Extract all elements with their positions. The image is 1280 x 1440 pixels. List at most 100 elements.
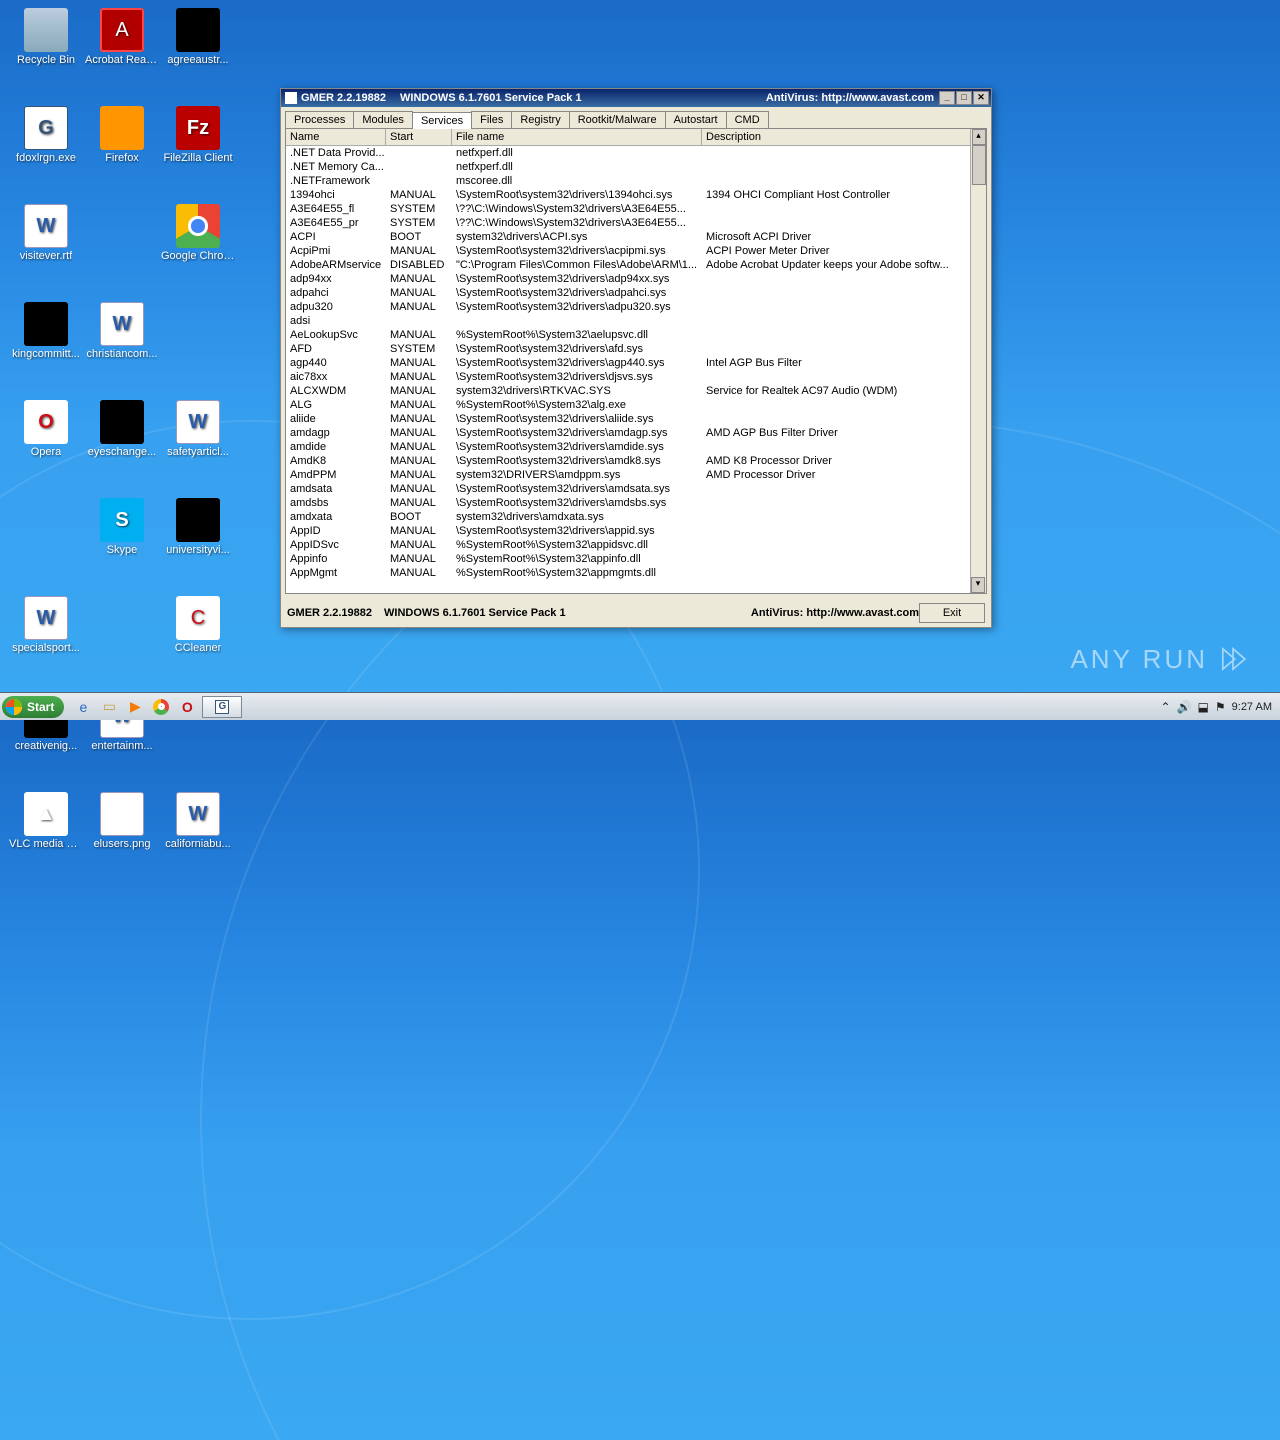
- desktop-icon[interactable]: SSkype: [84, 498, 160, 580]
- list-row[interactable]: amdsbsMANUAL\SystemRoot\system32\drivers…: [286, 496, 986, 510]
- col-name[interactable]: Name: [286, 129, 386, 145]
- tray-app-icon[interactable]: ⬓: [1198, 700, 1209, 714]
- scrollbar[interactable]: ▴ ▾: [970, 129, 986, 593]
- list-row[interactable]: ACPIBOOTsystem32\drivers\ACPI.sysMicroso…: [286, 230, 986, 244]
- list-row[interactable]: amdagpMANUAL\SystemRoot\system32\drivers…: [286, 426, 986, 440]
- desktop-icon[interactable]: Google Chrome: [160, 204, 236, 286]
- flag-icon[interactable]: ⚑: [1215, 700, 1226, 714]
- title-os: WINDOWS 6.1.7601 Service Pack 1: [400, 92, 582, 104]
- tab-registry[interactable]: Registry: [511, 111, 569, 128]
- list-row[interactable]: 1394ohciMANUAL\SystemRoot\system32\drive…: [286, 188, 986, 202]
- exit-button[interactable]: Exit: [919, 603, 985, 623]
- desktop-icon[interactable]: AAcrobat Reader DC: [84, 8, 160, 90]
- col-file[interactable]: File name: [452, 129, 702, 145]
- tab-strip: ProcessesModulesServicesFilesRegistryRoo…: [281, 107, 991, 128]
- list-row[interactable]: AppMgmtMANUAL%SystemRoot%\System32\appmg…: [286, 566, 986, 580]
- tab-cmd[interactable]: CMD: [726, 111, 769, 128]
- list-row[interactable]: .NET Data Provid...netfxperf.dll: [286, 146, 986, 160]
- anyrun-watermark: ANY RUN: [1070, 642, 1250, 676]
- system-tray: ⌃ 🔊 ⬓ ⚑ 9:27 AM: [1155, 700, 1278, 714]
- list-row[interactable]: adp94xxMANUAL\SystemRoot\system32\driver…: [286, 272, 986, 286]
- list-row[interactable]: AFDSYSTEM\SystemRoot\system32\drivers\af…: [286, 342, 986, 356]
- volume-icon[interactable]: 🔊: [1177, 700, 1192, 714]
- desktop-icon[interactable]: Wsafetyarticl...: [160, 400, 236, 482]
- tab-autostart[interactable]: Autostart: [665, 111, 727, 128]
- gmer-window: GMER 2.2.19882 WINDOWS 6.1.7601 Service …: [280, 88, 992, 628]
- gmer-task-button[interactable]: G: [202, 696, 242, 718]
- list-row[interactable]: AppinfoMANUAL%SystemRoot%\System32\appin…: [286, 552, 986, 566]
- tray-chevron-icon[interactable]: ⌃: [1161, 700, 1171, 714]
- list-row[interactable]: aliideMANUAL\SystemRoot\system32\drivers…: [286, 412, 986, 426]
- opera-taskbar-icon[interactable]: O: [176, 696, 198, 718]
- desktop-icon[interactable]: FzFileZilla Client: [160, 106, 236, 188]
- desktop-icon[interactable]: Wspecialsport...: [8, 596, 84, 678]
- list-row[interactable]: .NET Memory Ca...netfxperf.dll: [286, 160, 986, 174]
- desktop-icon[interactable]: Gfdoxlrgn.exe: [8, 106, 84, 188]
- list-row[interactable]: adpahciMANUAL\SystemRoot\system32\driver…: [286, 286, 986, 300]
- explorer-icon[interactable]: ▭: [98, 696, 120, 718]
- desktop-icon[interactable]: ▲VLC media player: [8, 792, 84, 874]
- desktop-icon[interactable]: eyeschange...: [84, 400, 160, 482]
- taskbar: Start e ▭ ▶ O G ⌃ 🔊 ⬓ ⚑ 9:27 AM: [0, 692, 1280, 720]
- maximize-button[interactable]: □: [956, 91, 972, 105]
- tab-rootkitmalware[interactable]: Rootkit/Malware: [569, 111, 666, 128]
- list-row[interactable]: aic78xxMANUAL\SystemRoot\system32\driver…: [286, 370, 986, 384]
- list-row[interactable]: amdsataMANUAL\SystemRoot\system32\driver…: [286, 482, 986, 496]
- list-row[interactable]: .NETFrameworkmscoree.dll: [286, 174, 986, 188]
- list-row[interactable]: AeLookupSvcMANUAL%SystemRoot%\System32\a…: [286, 328, 986, 342]
- tab-files[interactable]: Files: [471, 111, 512, 128]
- desktop-icon[interactable]: Recycle Bin: [8, 8, 84, 90]
- list-row[interactable]: A3E64E55_prSYSTEM\??\C:\Windows\System32…: [286, 216, 986, 230]
- ie-icon[interactable]: e: [72, 696, 94, 718]
- list-row[interactable]: adsi: [286, 314, 986, 328]
- clock[interactable]: 9:27 AM: [1232, 701, 1272, 713]
- status-antivirus: AntiVirus: http://www.avast.com: [751, 607, 919, 619]
- close-button[interactable]: ✕: [973, 91, 989, 105]
- list-row[interactable]: AmdK8MANUAL\SystemRoot\system32\drivers\…: [286, 454, 986, 468]
- list-row[interactable]: AmdPPMMANUALsystem32\DRIVERS\amdppm.sysA…: [286, 468, 986, 482]
- desktop-icon[interactable]: kingcommitt...: [8, 302, 84, 384]
- list-row[interactable]: AdobeARMserviceDISABLED"C:\Program Files…: [286, 258, 986, 272]
- titlebar[interactable]: GMER 2.2.19882 WINDOWS 6.1.7601 Service …: [281, 89, 991, 107]
- status-os: WINDOWS 6.1.7601 Service Pack 1: [384, 607, 566, 619]
- tab-modules[interactable]: Modules: [353, 111, 413, 128]
- wmp-icon[interactable]: ▶: [124, 696, 146, 718]
- list-row[interactable]: agp440MANUAL\SystemRoot\system32\drivers…: [286, 356, 986, 370]
- desktop-icon[interactable]: Wcaliforniabu...: [160, 792, 236, 874]
- list-row[interactable]: AppIDSvcMANUAL%SystemRoot%\System32\appi…: [286, 538, 986, 552]
- scroll-thumb[interactable]: [972, 145, 986, 185]
- title-antivirus: AntiVirus: http://www.avast.com: [766, 92, 938, 104]
- desktop-icon[interactable]: elusers.png: [84, 792, 160, 874]
- list-row[interactable]: ALCXWDMMANUALsystem32\drivers\RTKVAC.SYS…: [286, 384, 986, 398]
- status-app: GMER 2.2.19882: [287, 607, 372, 619]
- desktop-icon[interactable]: CCCleaner: [160, 596, 236, 678]
- title-app: GMER 2.2.19882: [301, 92, 386, 104]
- desktop-icon[interactable]: Wvisitever.rtf: [8, 204, 84, 286]
- scroll-up-button[interactable]: ▴: [972, 129, 986, 145]
- desktop-icon[interactable]: OOpera: [8, 400, 84, 482]
- list-header: Name Start File name Description: [286, 129, 986, 146]
- chrome-taskbar-icon[interactable]: [150, 696, 172, 718]
- app-icon: [285, 92, 297, 104]
- col-start[interactable]: Start: [386, 129, 452, 145]
- desktop-icon[interactable]: agreeaustr...: [160, 8, 236, 90]
- list-row[interactable]: ALGMANUAL%SystemRoot%\System32\alg.exe: [286, 398, 986, 412]
- list-row[interactable]: AppIDMANUAL\SystemRoot\system32\drivers\…: [286, 524, 986, 538]
- desktop-icon[interactable]: Wchristiancom...: [84, 302, 160, 384]
- play-icon: [1216, 642, 1250, 676]
- list-row[interactable]: AcpiPmiMANUAL\SystemRoot\system32\driver…: [286, 244, 986, 258]
- list-row[interactable]: A3E64E55_flSYSTEM\??\C:\Windows\System32…: [286, 202, 986, 216]
- minimize-button[interactable]: _: [939, 91, 955, 105]
- list-row[interactable]: amdideMANUAL\SystemRoot\system32\drivers…: [286, 440, 986, 454]
- windows-orb-icon: [6, 699, 22, 715]
- list-row[interactable]: amdxataBOOTsystem32\drivers\amdxata.sys: [286, 510, 986, 524]
- desktop-icon[interactable]: Firefox: [84, 106, 160, 188]
- desktop-icon[interactable]: universityvi...: [160, 498, 236, 580]
- start-button[interactable]: Start: [2, 696, 64, 718]
- tab-processes[interactable]: Processes: [285, 111, 354, 128]
- services-list: Name Start File name Description .NET Da…: [285, 128, 987, 594]
- tab-services[interactable]: Services: [412, 112, 472, 129]
- scroll-down-button[interactable]: ▾: [971, 577, 985, 593]
- col-desc[interactable]: Description: [702, 129, 986, 145]
- list-row[interactable]: adpu320MANUAL\SystemRoot\system32\driver…: [286, 300, 986, 314]
